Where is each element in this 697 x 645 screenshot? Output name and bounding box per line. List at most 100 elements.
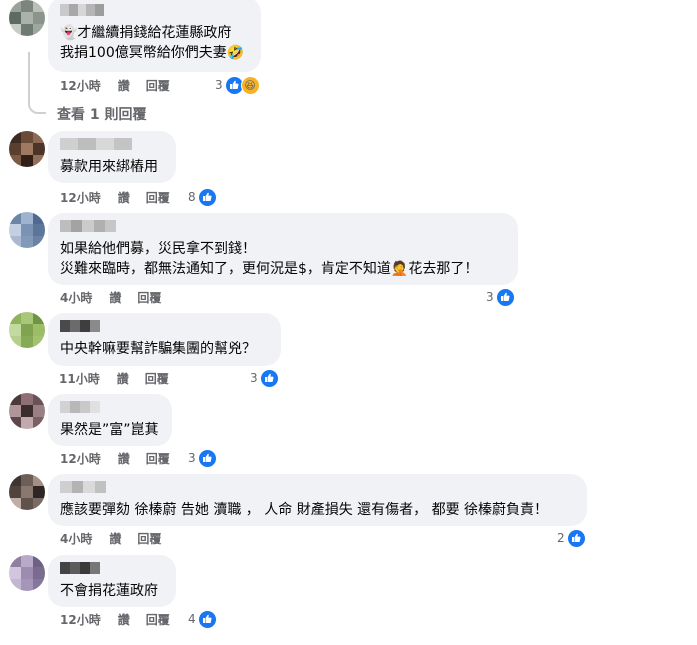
name-blur-block bbox=[70, 320, 80, 332]
reaction-summary[interactable]: 3 bbox=[250, 368, 279, 388]
name-blur-block bbox=[96, 138, 114, 150]
reaction-summary[interactable]: 8 bbox=[188, 187, 217, 207]
avatar-pixel bbox=[9, 143, 21, 155]
author-name[interactable] bbox=[60, 138, 132, 150]
author-name[interactable] bbox=[60, 562, 100, 574]
comment-bubble: 中央幹嘛要幫詐騙集團的幫兇？ bbox=[48, 313, 281, 366]
name-blur-block bbox=[60, 220, 72, 232]
avatar-pixel bbox=[21, 474, 33, 486]
avatar-pixel bbox=[33, 474, 45, 486]
avatar-pixel bbox=[33, 143, 45, 155]
avatar[interactable] bbox=[9, 312, 45, 348]
name-blur-block bbox=[60, 4, 69, 16]
reply-button[interactable]: 回覆 bbox=[137, 290, 161, 306]
name-blur-block bbox=[93, 220, 105, 232]
avatar-pixel bbox=[9, 498, 21, 510]
reaction-count: 8 bbox=[188, 190, 196, 204]
avatar-pixel bbox=[21, 212, 33, 224]
avatar-pixel bbox=[9, 405, 21, 417]
name-blur-block bbox=[90, 562, 100, 574]
avatar-pixel bbox=[33, 336, 45, 348]
avatar-pixel bbox=[21, 486, 33, 498]
avatar[interactable] bbox=[9, 212, 45, 248]
view-replies-link[interactable]: 查看 1 則回覆 bbox=[57, 104, 147, 124]
author-name[interactable] bbox=[60, 4, 104, 16]
comment-bubble: 不會捐花蓮政府 bbox=[48, 555, 176, 607]
avatar-pixel bbox=[21, 131, 33, 143]
avatar-pixel bbox=[21, 12, 33, 24]
reply-button[interactable]: 回覆 bbox=[146, 612, 170, 628]
reply-button[interactable]: 回覆 bbox=[146, 451, 170, 467]
avatar[interactable] bbox=[9, 555, 45, 591]
comment: 應該要彈劾 徐榛蔚 告她 瀆職 ， 人命 財產損失 還有傷者， 都要 徐榛蔚負責… bbox=[0, 474, 697, 564]
avatar-pixel bbox=[33, 155, 45, 167]
name-blur-block bbox=[70, 562, 80, 574]
name-blur-block bbox=[83, 481, 95, 493]
comment-timestamp[interactable]: 11小時 bbox=[59, 371, 100, 387]
reply-button[interactable]: 回覆 bbox=[137, 531, 161, 547]
reaction-count: 4 bbox=[188, 612, 196, 626]
comment-timestamp[interactable]: 12小時 bbox=[60, 451, 101, 467]
reaction-summary[interactable]: 4 bbox=[188, 609, 217, 629]
like-button[interactable]: 讚 bbox=[118, 190, 130, 206]
author-name[interactable] bbox=[60, 401, 100, 413]
comment-text-line: 如果給他們募，災民拿不到錢！ bbox=[60, 241, 256, 257]
name-blur-block bbox=[94, 481, 106, 493]
avatar-pixel bbox=[33, 498, 45, 510]
avatar-pixel bbox=[9, 393, 21, 405]
like-button[interactable]: 讚 bbox=[109, 531, 121, 547]
comment: 不會捐花蓮政府 12小時 讚 回覆 4 bbox=[0, 555, 697, 645]
avatar-pixel bbox=[33, 417, 45, 429]
comment-bubble: 👻才繼續捐錢給花蓮縣政府 我捐100億冥幣給你們夫妻🤣 bbox=[48, 0, 261, 72]
avatar-pixel bbox=[9, 236, 21, 248]
avatar[interactable] bbox=[9, 0, 45, 36]
name-blur-block bbox=[77, 4, 87, 16]
name-blur-block bbox=[78, 138, 96, 150]
like-button[interactable]: 讚 bbox=[117, 371, 129, 387]
reaction-summary[interactable]: 3 bbox=[188, 448, 217, 468]
author-name[interactable] bbox=[60, 220, 116, 232]
avatar-pixel bbox=[33, 405, 45, 417]
avatar[interactable] bbox=[9, 393, 45, 429]
comment: 果然是”富”崑萁 12小時 讚 回覆 3 bbox=[0, 393, 697, 483]
avatar[interactable] bbox=[9, 474, 45, 510]
comment: 如果給他們募，災民拿不到錢！ 災難來臨時，都無法通知了，更何況是$，肯定不知道🤦… bbox=[0, 212, 697, 307]
reply-button[interactable]: 回覆 bbox=[145, 371, 169, 387]
name-blur-block bbox=[68, 4, 78, 16]
comment-text-line: 災難來臨時，都無法通知了，更何況是$，肯定不知道🤦花去那了！ bbox=[60, 261, 479, 277]
like-icon bbox=[495, 287, 515, 307]
like-button[interactable]: 讚 bbox=[118, 78, 130, 94]
like-button[interactable]: 讚 bbox=[118, 451, 130, 467]
reaction-summary[interactable]: 3 bbox=[486, 287, 515, 307]
avatar-pixel bbox=[21, 579, 33, 591]
name-blur-block bbox=[60, 481, 72, 493]
reaction-count: 3 bbox=[250, 371, 258, 385]
avatar-pixel bbox=[9, 224, 21, 236]
avatar-pixel bbox=[33, 236, 45, 248]
reply-button[interactable]: 回覆 bbox=[146, 190, 170, 206]
avatar-pixel bbox=[21, 324, 33, 336]
like-button[interactable]: 讚 bbox=[109, 290, 121, 306]
reply-button[interactable]: 回覆 bbox=[146, 78, 170, 94]
avatar[interactable] bbox=[9, 131, 45, 167]
avatar-pixel bbox=[9, 474, 21, 486]
avatar-pixel bbox=[9, 212, 21, 224]
avatar-pixel bbox=[21, 143, 33, 155]
comment-timestamp[interactable]: 12小時 bbox=[60, 190, 101, 206]
reaction-count: 2 bbox=[557, 531, 565, 545]
reaction-summary[interactable]: 3 😆 bbox=[215, 75, 260, 95]
comment-timestamp[interactable]: 12小時 bbox=[60, 612, 101, 628]
comment-timestamp[interactable]: 4小時 bbox=[60, 290, 92, 306]
author-name[interactable] bbox=[60, 320, 100, 332]
comment: 👻才繼續捐錢給花蓮縣政府 我捐100億冥幣給你們夫妻🤣 12小時 讚 回覆 3 … bbox=[0, 0, 697, 95]
reaction-summary[interactable]: 2 bbox=[557, 528, 586, 548]
comment-timestamp[interactable]: 12小時 bbox=[60, 78, 101, 94]
avatar-pixel bbox=[33, 324, 45, 336]
like-button[interactable]: 讚 bbox=[118, 612, 130, 628]
comment-text-line: 募款用來綁樁用 bbox=[60, 159, 158, 175]
name-blur-block bbox=[114, 138, 132, 150]
like-icon bbox=[197, 187, 217, 207]
author-name[interactable] bbox=[60, 481, 106, 493]
comment-timestamp[interactable]: 4小時 bbox=[60, 531, 92, 547]
comment-bubble: 如果給他們募，災民拿不到錢！ 災難來臨時，都無法通知了，更何況是$，肯定不知道🤦… bbox=[48, 213, 518, 285]
